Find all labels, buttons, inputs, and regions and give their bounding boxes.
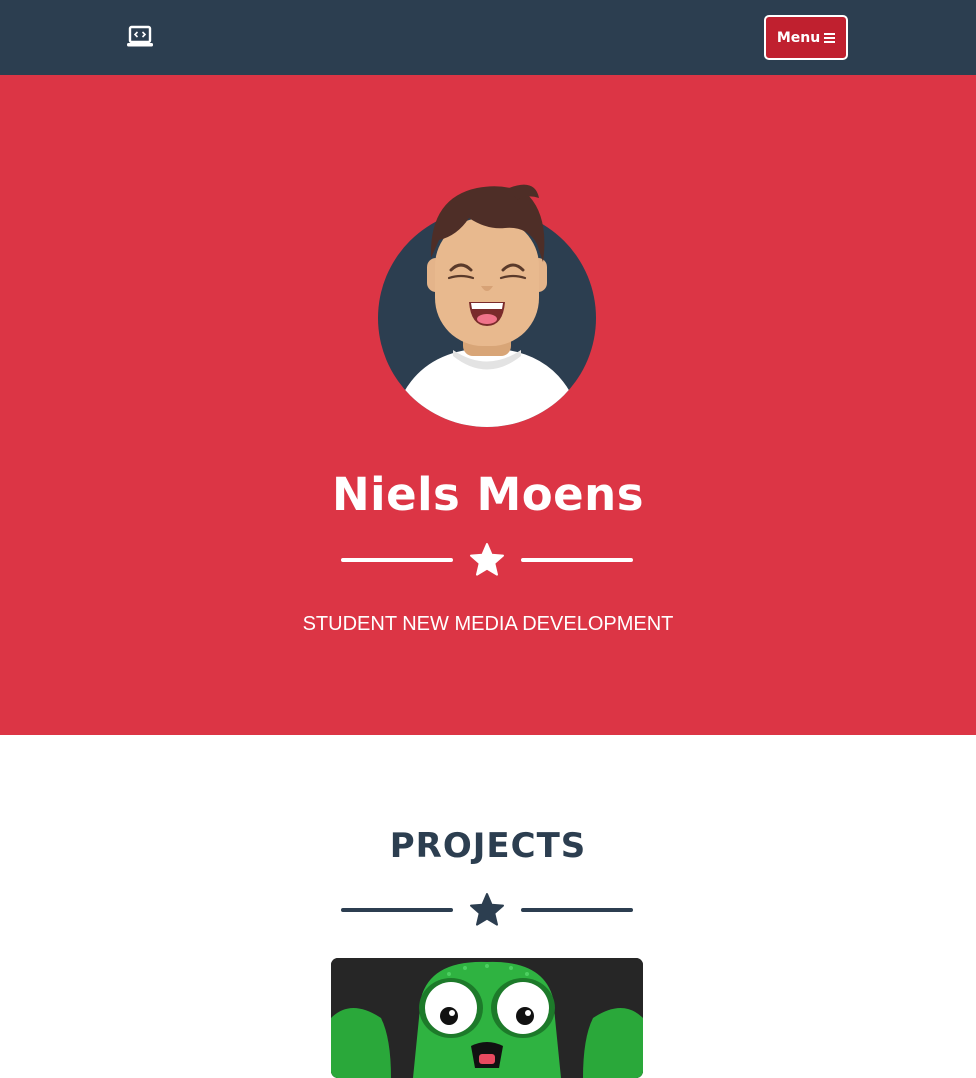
page-title: Niels Moens <box>331 468 645 521</box>
divider-line <box>341 558 453 562</box>
octopus-illustration <box>331 958 643 1078</box>
divider-line <box>341 908 453 912</box>
project-card[interactable] <box>331 958 643 1078</box>
divider-line <box>521 558 633 562</box>
menu-label: Menu <box>776 29 821 46</box>
navbar: Menu <box>0 0 976 75</box>
projects-heading: PROJECTS <box>389 826 587 866</box>
star-icon <box>470 893 504 926</box>
projects-divider <box>341 892 633 928</box>
hamburger-icon <box>824 32 836 43</box>
menu-button[interactable]: Menu <box>764 15 848 60</box>
divider-line <box>521 908 633 912</box>
avatar <box>378 184 596 427</box>
subtitle: STUDENT NEW MEDIA DEVELOPMENT <box>302 613 674 635</box>
star-icon <box>470 543 504 576</box>
laptop-code-icon[interactable] <box>126 25 154 49</box>
masthead: Niels Moens STUDENT NEW MEDIA DEVELOPMEN… <box>0 75 976 735</box>
masthead-divider <box>341 542 633 578</box>
